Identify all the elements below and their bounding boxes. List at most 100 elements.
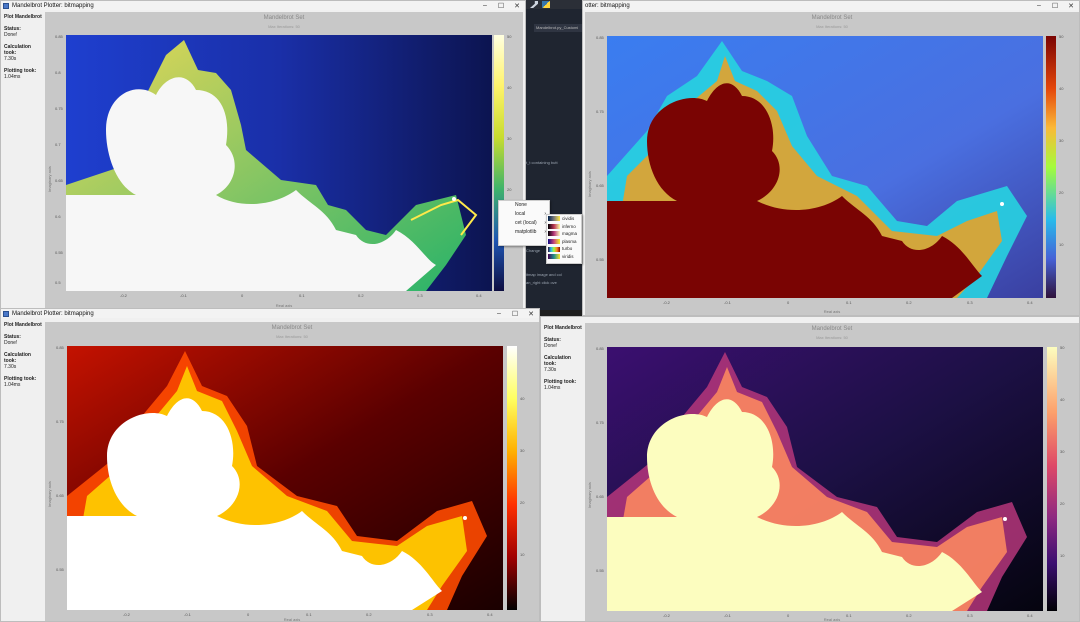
window-bottom-left: Mandelbrot Plotter: bitmapping – ☐ ✕ Plo…	[0, 308, 540, 622]
y-tick: 0.8	[55, 70, 61, 75]
submenu-item-label: viridis	[562, 253, 574, 259]
y-tick: 0.5	[55, 280, 61, 285]
maximize-button[interactable]: ☐	[493, 2, 509, 10]
y-tick: 0.65	[56, 493, 64, 498]
menu-item-label: cet (local)	[515, 220, 537, 226]
minimize-button[interactable]: –	[1031, 2, 1047, 9]
calc-label: Calculation took:	[544, 355, 571, 367]
status-value: Done!	[4, 32, 18, 38]
plot-canvas[interactable]: Mandelbrot Set Max Iterations: 50 40 30 …	[45, 322, 539, 622]
y-axis-label: Imaginary axis	[47, 481, 52, 507]
maximize-button[interactable]: ☐	[1047, 2, 1063, 10]
plot-subtitle: Max Iterations: 50	[268, 24, 300, 29]
titlebar: Mandelbrot Plotter: bitmapping – ☐ ✕	[1, 309, 539, 318]
submenu-item-turbo[interactable]: turbo	[547, 245, 581, 253]
editor-tab[interactable]: Mandelbrot.py_Customi	[534, 24, 582, 32]
mandelbrot-image[interactable]	[67, 346, 503, 610]
colorbar	[1047, 347, 1057, 611]
menu-item-local[interactable]: local›	[499, 210, 549, 219]
colormap-swatch	[548, 216, 560, 222]
colormap-context-menu: None local› cet (local)› matplotlib›	[498, 200, 550, 246]
colorbar	[1046, 36, 1056, 298]
plot-mandelbrot-button[interactable]: Plot Mandelbrot	[544, 325, 583, 331]
colorbar-tick: 30	[1060, 449, 1065, 454]
plot-subtitle: Max Iterations: 50	[816, 335, 848, 340]
calc-value: 7.30s	[4, 364, 17, 370]
calc-label: Calculation took:	[4, 44, 31, 56]
y-tick: 0.85	[596, 346, 604, 351]
x-tick: -0.2	[663, 300, 670, 305]
mandelbrot-image[interactable]	[607, 347, 1043, 611]
colormap-submenu: cividis inferno magma plasma turbo virid…	[546, 214, 582, 264]
y-tick: 0.55	[596, 257, 604, 262]
wrench-icon[interactable]	[530, 1, 538, 8]
close-button[interactable]: ✕	[523, 310, 539, 318]
sidebar: Plot Mandelbrot Status: Done! Calculation…	[1, 12, 43, 309]
window-top-left: Mandelbrot Plotter: bitmapping – ☐ ✕ Plo…	[0, 0, 526, 310]
minimize-button[interactable]: –	[477, 2, 493, 9]
menu-item-none[interactable]: None	[499, 201, 549, 210]
code-line: Change	[526, 248, 541, 253]
x-tick: 0.3	[967, 300, 973, 305]
submenu-item-magma[interactable]: magma	[547, 230, 581, 238]
plot-mandelbrot-button[interactable]: Plot Mandelbrot	[4, 14, 43, 20]
colormap-swatch	[548, 246, 560, 252]
close-button[interactable]: ✕	[509, 2, 525, 10]
plot-canvas[interactable]: Mandelbrot Set Max Iterations: 50 50 40 …	[585, 12, 1079, 315]
app-icon	[3, 2, 9, 9]
colorbar-tick: 30	[507, 136, 512, 141]
plot-canvas[interactable]: Mandelbrot Set Max Iterations: 50 50 40 …	[585, 323, 1079, 621]
mandelbrot-image[interactable]	[66, 35, 492, 291]
submenu-item-label: cividis	[562, 216, 575, 221]
x-tick: -0.1	[180, 293, 187, 298]
menu-item-label: None	[515, 202, 527, 208]
colorbar-tick: 10	[520, 552, 525, 557]
mandelbrot-image[interactable]	[607, 36, 1043, 298]
plot-time-value: 1.04ms	[4, 74, 21, 80]
y-tick: 0.75	[56, 419, 64, 424]
colorbar	[507, 346, 517, 610]
window-title: Mandelbrot Plotter: bitmapping	[12, 310, 94, 317]
y-tick: 0.85	[55, 34, 63, 39]
titlebar: Mandelbrot Plotter: bitmapping – ☐ ✕	[1, 1, 525, 10]
calc-label: Calculation took:	[4, 352, 31, 364]
y-tick: 0.75	[55, 106, 63, 111]
y-tick: 0.85	[596, 35, 604, 40]
minimize-button[interactable]: –	[491, 310, 507, 317]
plot-time-value: 1.04ms	[4, 382, 21, 388]
x-tick: 0	[241, 293, 244, 298]
plot-canvas[interactable]: Mandelbrot Set Max Iterations: 50 50 40 …	[45, 12, 523, 309]
x-tick: 0.3	[417, 293, 423, 298]
y-axis-label: Imaginary axis	[587, 482, 592, 508]
y-tick: 0.55	[596, 568, 604, 573]
submenu-item-plasma[interactable]: plasma	[547, 238, 581, 246]
submenu-item-label: plasma	[562, 238, 577, 244]
colorbar-tick: 50	[1060, 345, 1065, 350]
editor-toolbar	[526, 0, 582, 9]
y-tick: 0.75	[596, 420, 604, 425]
status-value: Done!	[4, 340, 18, 346]
x-axis-label: Real axis	[283, 617, 301, 622]
y-axis-label: Imaginary axis	[587, 171, 592, 197]
plot-mandelbrot-button[interactable]: Plot Mandelbrot	[4, 322, 43, 328]
calc-value: 7.30s	[544, 367, 557, 373]
colorbar	[494, 35, 504, 291]
code-line: t_t containing butt	[526, 160, 558, 165]
submenu-item-cividis[interactable]: cividis	[547, 215, 581, 223]
menu-item-matplotlib[interactable]: matplotlib›	[499, 228, 549, 237]
calc-value: 7.30s	[4, 56, 17, 62]
maximize-button[interactable]: ☐	[507, 310, 523, 318]
x-axis-label: Real axis	[823, 309, 841, 314]
x-tick: 0	[787, 300, 790, 305]
submenu-item-viridis[interactable]: viridis	[547, 253, 581, 261]
submenu-item-inferno[interactable]: inferno	[547, 223, 581, 231]
colorbar-tick: 40	[520, 396, 525, 401]
x-tick: 0.2	[906, 300, 912, 305]
menu-item-label: matplotlib	[515, 229, 537, 235]
python-icon[interactable]	[542, 1, 550, 8]
close-button[interactable]: ✕	[1063, 2, 1079, 10]
menu-item-cet-local[interactable]: cet (local)›	[499, 219, 549, 228]
colorbar-tick: 40	[1060, 397, 1065, 402]
plot-subtitle: Max Iterations: 50	[816, 24, 848, 29]
x-tick: -0.2	[120, 293, 127, 298]
